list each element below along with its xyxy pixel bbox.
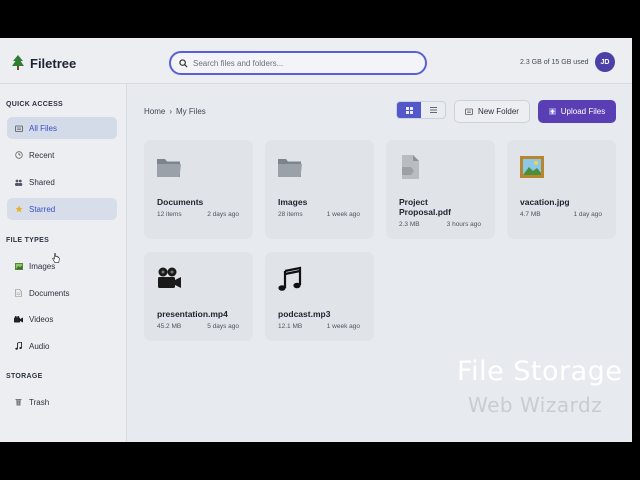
file-types-title: FILE TYPES bbox=[6, 237, 50, 244]
watermark-subtitle: Web Wizardz bbox=[468, 393, 603, 417]
breadcrumb-home[interactable]: Home bbox=[144, 107, 165, 116]
sidebar-item-all-files[interactable]: All Files bbox=[7, 117, 117, 139]
sidebar-item-label: Shared bbox=[29, 177, 55, 187]
clock-icon bbox=[14, 151, 23, 160]
file-size: 28 items bbox=[278, 211, 303, 218]
file-size: 12.1 MB bbox=[278, 323, 303, 330]
list-view-button[interactable] bbox=[421, 102, 445, 118]
sidebar-item-label: Starred bbox=[29, 204, 56, 214]
file-name: Images bbox=[278, 197, 308, 207]
new-folder-button[interactable]: New Folder bbox=[454, 100, 530, 123]
video-icon bbox=[14, 315, 23, 324]
grid-view-button[interactable] bbox=[397, 102, 421, 118]
sidebar-item-label: Recent bbox=[29, 150, 55, 160]
file-date: 1 week ago bbox=[326, 211, 360, 218]
folder-icon bbox=[157, 159, 181, 177]
sidebar-item-label: All Files bbox=[29, 123, 58, 133]
users-icon bbox=[14, 178, 23, 187]
search-icon bbox=[179, 58, 188, 68]
file-name: vacation.jpg bbox=[520, 197, 570, 207]
breadcrumb-separator: › bbox=[169, 107, 173, 116]
sidebar-item-documents[interactable]: Documents bbox=[7, 282, 117, 304]
file-date: 2 days ago bbox=[207, 211, 239, 218]
star-icon bbox=[14, 205, 23, 214]
breadcrumb: Home › My Files bbox=[144, 107, 206, 116]
new-folder-label: New Folder bbox=[478, 107, 519, 116]
pdf-icon bbox=[402, 155, 419, 179]
sidebar: QUICK ACCESS All Files Recent Shared Sta… bbox=[0, 84, 127, 442]
document-icon bbox=[14, 289, 23, 298]
file-size: 2.3 MB bbox=[399, 221, 420, 228]
pointer-cursor-icon bbox=[52, 253, 60, 263]
view-toggle bbox=[396, 101, 446, 119]
list-icon bbox=[429, 107, 437, 113]
file-date: 1 day ago bbox=[573, 211, 602, 218]
search-input[interactable] bbox=[193, 58, 413, 68]
watermark-title: File Storage bbox=[457, 356, 623, 387]
file-name: Documents bbox=[157, 197, 204, 207]
picture-icon bbox=[520, 156, 544, 178]
file-card-images[interactable]: Images 28 items 1 week ago bbox=[265, 140, 374, 239]
new-folder-icon bbox=[465, 108, 473, 115]
upload-label: Upload Files bbox=[560, 107, 606, 116]
sidebar-item-label: Audio bbox=[29, 341, 50, 351]
folder-icon bbox=[14, 124, 23, 133]
file-name: Project Proposal.pdf bbox=[399, 197, 451, 217]
sidebar-item-starred[interactable]: Starred bbox=[7, 198, 117, 220]
file-name: presentation.mp4 bbox=[157, 309, 228, 319]
tree-icon bbox=[12, 55, 24, 70]
file-card-vacation[interactable]: vacation.jpg 4.7 MB 1 day ago bbox=[507, 140, 616, 239]
file-card-documents[interactable]: Documents 12 items 2 days ago bbox=[144, 140, 253, 239]
file-date: 5 days ago bbox=[207, 323, 239, 330]
file-card-podcast[interactable]: podcast.mp3 12.1 MB 1 week ago bbox=[265, 252, 374, 341]
sidebar-item-recent[interactable]: Recent bbox=[7, 144, 117, 166]
search-bar[interactable] bbox=[169, 51, 427, 75]
sidebar-item-videos[interactable]: Videos bbox=[7, 308, 117, 330]
file-name: podcast.mp3 bbox=[278, 309, 331, 319]
avatar[interactable]: JD bbox=[595, 52, 615, 72]
quick-access-title: QUICK ACCESS bbox=[6, 101, 64, 108]
storage-title: STORAGE bbox=[6, 373, 43, 380]
logo[interactable]: Filetree bbox=[11, 55, 76, 71]
sidebar-item-label: Documents bbox=[29, 288, 70, 298]
upload-icon bbox=[548, 108, 556, 115]
file-size: 4.7 MB bbox=[520, 211, 541, 218]
music-note-icon bbox=[278, 266, 302, 291]
app-window: Filetree 2.3 GB of 15 GB used JD QUICK A… bbox=[0, 38, 632, 442]
header: Filetree 2.3 GB of 15 GB used JD bbox=[0, 38, 632, 84]
file-card-presentation[interactable]: presentation.mp4 45.2 MB 5 days ago bbox=[144, 252, 253, 341]
upload-files-button[interactable]: Upload Files bbox=[538, 100, 616, 123]
music-icon bbox=[14, 342, 23, 351]
movie-camera-icon bbox=[158, 267, 181, 288]
image-icon bbox=[14, 262, 23, 271]
storage-usage: 2.3 GB of 15 GB used bbox=[520, 59, 589, 66]
file-card-project-proposal[interactable]: Project Proposal.pdf 2.3 MB 3 hours ago bbox=[386, 140, 495, 239]
file-date: 1 week ago bbox=[326, 323, 360, 330]
folder-icon bbox=[278, 159, 302, 177]
file-size: 45.2 MB bbox=[157, 323, 182, 330]
breadcrumb-current: My Files bbox=[176, 107, 206, 116]
sidebar-item-label: Trash bbox=[29, 397, 50, 407]
sidebar-item-audio[interactable]: Audio bbox=[7, 335, 117, 357]
trash-icon bbox=[14, 398, 23, 407]
sidebar-item-images[interactable]: Images bbox=[7, 255, 117, 277]
sidebar-item-label: Videos bbox=[29, 314, 54, 324]
file-date: 3 hours ago bbox=[446, 221, 481, 228]
sidebar-item-trash[interactable]: Trash bbox=[7, 391, 117, 413]
app-name: Filetree bbox=[30, 55, 77, 71]
sidebar-item-shared[interactable]: Shared bbox=[7, 171, 117, 193]
grid-icon bbox=[405, 106, 413, 114]
file-size: 12 items bbox=[157, 211, 182, 218]
